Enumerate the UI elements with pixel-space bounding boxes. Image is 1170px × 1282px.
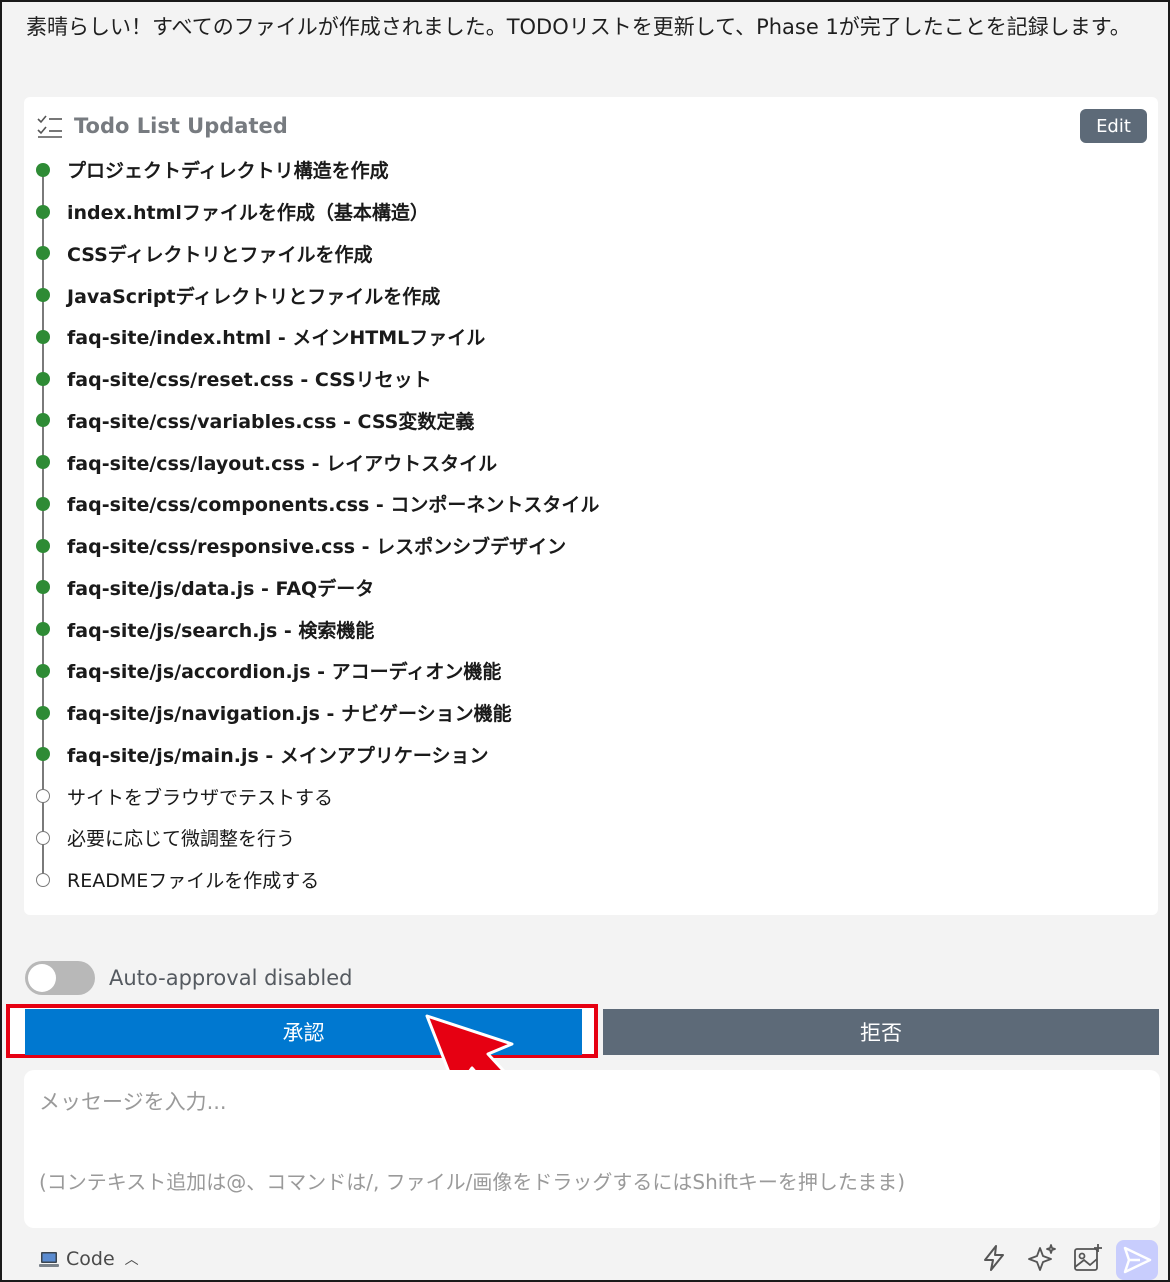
sparkle-icon[interactable] bbox=[1026, 1242, 1058, 1274]
completed-dot-icon bbox=[36, 747, 50, 762]
todo-item: faq-site/css/components.css - コンポーネントスタイ… bbox=[24, 483, 1124, 525]
checklist-icon bbox=[37, 115, 62, 138]
todo-item: faq-site/css/reset.css - CSSリセット bbox=[24, 358, 1124, 400]
todo-item-label: READMEファイルを作成する bbox=[67, 870, 320, 893]
todo-item: faq-site/css/responsive.css - レスポンシブデザイン bbox=[24, 525, 1124, 567]
todo-item: faq-site/index.html - メインHTMLファイル bbox=[24, 316, 1124, 358]
toggle-knob bbox=[28, 964, 56, 992]
todo-item: faq-site/js/main.js - メインアプリケーション bbox=[24, 734, 1124, 776]
completed-dot-icon bbox=[36, 705, 50, 720]
todo-item-label: index.htmlファイルを作成（基本構造） bbox=[67, 202, 429, 225]
todo-item-label: JavaScriptディレクトリとファイルを作成 bbox=[67, 285, 441, 308]
todo-item-label: 必要に応じて微調整を行う bbox=[67, 828, 296, 851]
todo-item: CSSディレクトリとファイルを作成 bbox=[24, 233, 1124, 275]
add-image-icon[interactable] bbox=[1072, 1242, 1104, 1274]
completed-dot-icon bbox=[36, 288, 50, 303]
todo-item-label: faq-site/js/search.js - 検索機能 bbox=[67, 619, 375, 642]
send-icon bbox=[1123, 1246, 1152, 1274]
completed-dot-icon bbox=[36, 204, 50, 219]
todo-item: faq-site/js/navigation.js - ナビゲーション機能 bbox=[24, 692, 1124, 734]
todo-item-label: faq-site/js/main.js - メインアプリケーション bbox=[67, 744, 489, 767]
todo-item: JavaScriptディレクトリとファイルを作成 bbox=[24, 274, 1124, 316]
completed-dot-icon bbox=[36, 663, 50, 678]
todo-item-label: faq-site/css/reset.css - CSSリセット bbox=[67, 369, 432, 392]
mode-label: Code bbox=[66, 1248, 115, 1270]
completed-dot-icon bbox=[36, 622, 50, 637]
pending-dot-icon bbox=[36, 830, 50, 845]
todo-item-label: CSSディレクトリとファイルを作成 bbox=[67, 243, 373, 266]
todo-item-label: faq-site/css/responsive.css - レスポンシブデザイン bbox=[67, 536, 567, 559]
todo-item: faq-site/js/search.js - 検索機能 bbox=[24, 608, 1124, 650]
completed-dot-icon bbox=[36, 538, 50, 553]
completed-dot-icon bbox=[36, 580, 50, 595]
todo-item-label: プロジェクトディレクトリ構造を作成 bbox=[67, 160, 389, 183]
laptop-icon bbox=[39, 1252, 59, 1267]
todo-item-label: faq-site/css/components.css - コンポーネントスタイ… bbox=[67, 494, 600, 517]
chevron-up-icon: ︿ bbox=[124, 1252, 139, 1268]
todo-item: faq-site/css/variables.css - CSS変数定義 bbox=[24, 400, 1124, 442]
todo-item: index.htmlファイルを作成（基本構造） bbox=[24, 191, 1124, 233]
completed-dot-icon bbox=[36, 413, 50, 428]
completed-dot-icon bbox=[36, 246, 50, 261]
todo-list: プロジェクトディレクトリ構造を作成 index.htmlファイルを作成（基本構造）… bbox=[24, 149, 1124, 901]
message-placeholder: メッセージを入力... bbox=[39, 1090, 227, 1114]
edit-button[interactable]: Edit bbox=[1080, 109, 1147, 143]
completed-dot-icon bbox=[36, 329, 50, 344]
message-input[interactable]: メッセージを入力... (コンテキスト追加は@、コマンドは/, ファイル/画像を… bbox=[24, 1070, 1160, 1228]
completed-dot-icon bbox=[36, 371, 50, 386]
lightning-icon[interactable] bbox=[978, 1242, 1010, 1274]
message-hint: (コンテキスト追加は@、コマンドは/, ファイル/画像をドラッグするにはShif… bbox=[39, 1170, 906, 1194]
todo-title: Todo List Updated bbox=[74, 114, 288, 138]
reject-button[interactable]: 拒否 bbox=[603, 1009, 1159, 1055]
todo-item-label: faq-site/css/layout.css - レイアウトスタイル bbox=[67, 452, 498, 475]
pending-dot-icon bbox=[36, 789, 50, 804]
composer-toolbar: Code ︿ bbox=[2, 1234, 1168, 1280]
todo-item: プロジェクトディレクトリ構造を作成 bbox=[24, 149, 1124, 191]
todo-item: faq-site/css/layout.css - レイアウトスタイル bbox=[24, 441, 1124, 483]
todo-item-label: faq-site/css/variables.css - CSS変数定義 bbox=[67, 410, 475, 433]
pending-dot-icon bbox=[36, 872, 50, 887]
assistant-message: 素晴らしい！すべてのファイルが作成されました。TODOリストを更新して、Phas… bbox=[26, 15, 1131, 39]
completed-dot-icon bbox=[36, 455, 50, 470]
todo-item-label: faq-site/index.html - メインHTMLファイル bbox=[67, 327, 486, 350]
todo-item: faq-site/js/accordion.js - アコーディオン機能 bbox=[24, 650, 1124, 692]
todo-card: Todo List Updated Edit プロジェクトディレクトリ構造を作成… bbox=[24, 97, 1158, 915]
todo-item: READMEファイルを作成する bbox=[24, 859, 1124, 901]
auto-approval-toggle[interactable] bbox=[25, 961, 95, 995]
completed-dot-icon bbox=[36, 496, 50, 511]
todo-item-label: faq-site/js/navigation.js - ナビゲーション機能 bbox=[67, 703, 512, 726]
todo-item-label: faq-site/js/accordion.js - アコーディオン機能 bbox=[67, 661, 502, 684]
todo-item: faq-site/js/data.js - FAQデータ bbox=[24, 567, 1124, 609]
auto-approval-label: Auto-approval disabled bbox=[109, 966, 353, 990]
todo-header: Todo List Updated bbox=[36, 111, 288, 141]
send-button[interactable] bbox=[1116, 1240, 1158, 1280]
todo-item: 必要に応じて微調整を行う bbox=[24, 817, 1124, 859]
auto-approval-row: Auto-approval disabled bbox=[25, 960, 352, 996]
todo-item: サイトをブラウザでテストする bbox=[24, 775, 1124, 817]
mode-selector[interactable]: Code ︿ bbox=[38, 1248, 139, 1270]
completed-dot-icon bbox=[36, 162, 50, 177]
chat-panel: 素晴らしい！すべてのファイルが作成されました。TODOリストを更新して、Phas… bbox=[0, 0, 1170, 1282]
todo-item-label: サイトをブラウザでテストする bbox=[67, 786, 334, 809]
todo-item-label: faq-site/js/data.js - FAQデータ bbox=[67, 577, 375, 600]
